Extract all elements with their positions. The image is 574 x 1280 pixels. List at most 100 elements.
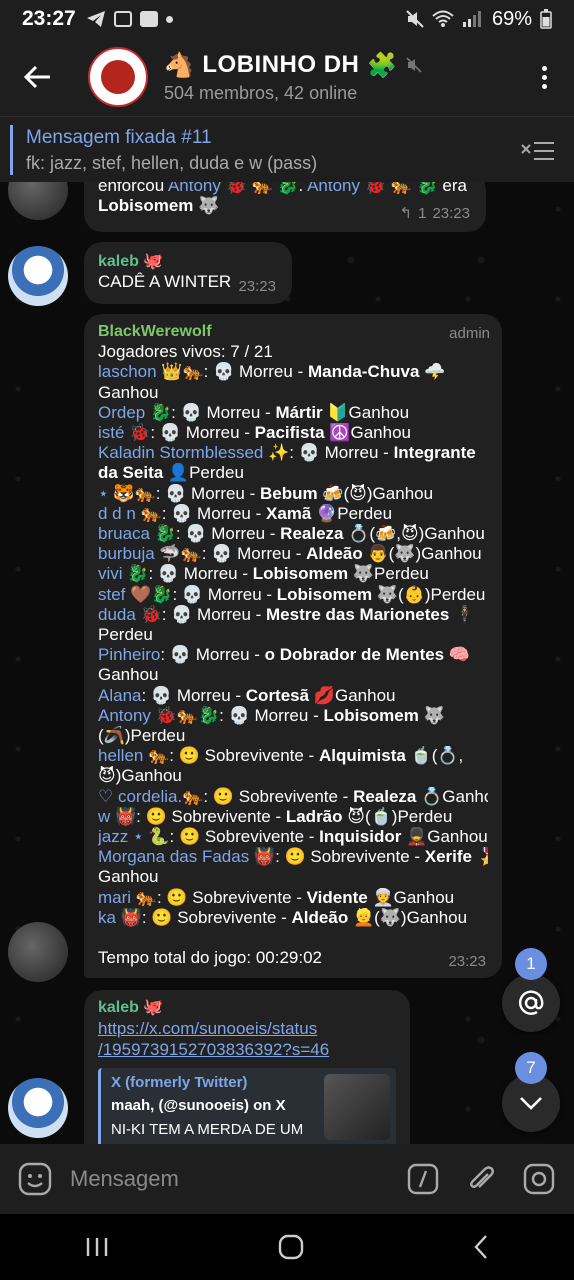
avatar[interactable] — [8, 922, 68, 982]
status-time: 23:27 — [22, 7, 76, 30]
attach-button[interactable] — [464, 1162, 498, 1196]
message-time: 23:23 — [432, 204, 470, 222]
group-avatar[interactable] — [88, 47, 148, 107]
camera-button[interactable] — [522, 1162, 556, 1196]
result-outcome: 👱(🐺)Ganhou — [348, 907, 468, 927]
role-name: Vidente — [306, 887, 368, 907]
status-bar: 23:27 69% — [0, 0, 574, 38]
result-status: : 🙂 Sobrevivente - — [169, 827, 320, 847]
user-mention[interactable]: Antony — [168, 182, 221, 195]
player-mention[interactable]: burbuja 🦈🐅 — [98, 544, 202, 563]
player-mention[interactable]: jazz ⋆ 🐍 — [98, 827, 170, 846]
result-line: Perdeu — [98, 625, 488, 645]
group-info[interactable]: 🐴 LOBINHO DH 🧩 504 membros, 42 online — [164, 51, 422, 104]
role-name: Lobisomem — [276, 584, 373, 604]
player-mention[interactable]: isté 🐞 — [98, 423, 150, 442]
role-name: Ladrão — [285, 806, 343, 826]
reply-icon[interactable]: ↰ — [400, 204, 413, 224]
player-mention[interactable]: bruaca 🐉 — [98, 524, 176, 543]
sender-name[interactable]: kaleb 🐙 — [98, 998, 396, 1018]
user-mention[interactable]: Antony — [307, 182, 360, 195]
player-mention[interactable]: stef 🤎🐉 — [98, 585, 172, 604]
android-nav-bar — [0, 1214, 574, 1280]
result-line: mari 🐅: 🙂 Sobrevivente - Vidente 👳Ganhou — [98, 888, 488, 908]
back-button[interactable] — [0, 38, 76, 116]
reply-count: 1 — [418, 204, 427, 222]
mentions-button[interactable] — [502, 974, 560, 1032]
result-status: : 💀 Morreu - — [141, 685, 246, 705]
slash-command-icon — [407, 1163, 439, 1195]
result-outcome: 🔮Perdeu — [311, 503, 393, 523]
result-status: : 🙂 Sobrevivente - — [141, 907, 292, 927]
result-outcome: 🐺 — [418, 705, 445, 725]
more-menu-button[interactable] — [514, 65, 574, 89]
result-line: ⋆ 🐯🐅: 💀 Morreu - Bebum 🍻(😈)Ganhou — [98, 484, 488, 504]
home-icon[interactable] — [278, 1234, 304, 1260]
player-mention[interactable]: d d n 🐅 — [98, 504, 162, 523]
result-line: Pinheiro: 💀 Morreu - o Dobrador de Mente… — [98, 645, 488, 665]
player-mention[interactable]: duda 🐞 — [98, 605, 162, 624]
emoji-icon[interactable] — [18, 1162, 52, 1196]
message-bubble[interactable]: enforcou Antony 🐞 🐅 🐉. Antony 🐞 🐅 🐉 era … — [84, 182, 486, 232]
message-link[interactable]: https://x.com/sunooeis/status — [98, 1018, 396, 1039]
result-status: : 💀 Morreu - — [155, 483, 260, 503]
result-line: Ganhou — [98, 665, 488, 685]
result-outcome: 💍(🍻,😈)Ganhou — [343, 524, 485, 544]
result-list: laschon 👑🐅: 💀 Morreu - Manda-Chuva 🌩️ Gan… — [98, 362, 488, 928]
link-preview[interactable]: X (formerly Twitter) maah, (@sunooeis) o… — [98, 1068, 396, 1144]
player-mention[interactable]: laschon 👑🐅 — [98, 362, 204, 381]
back-nav-icon[interactable] — [473, 1234, 489, 1260]
result-line: duda 🐞: 💀 Morreu - Mestre das Marionetes… — [98, 605, 488, 625]
player-mention[interactable]: w 👹 — [98, 807, 136, 826]
message-bubble[interactable]: kaleb 🐙 https://x.com/sunooeis/status /1… — [84, 990, 410, 1144]
result-line: 😈)Ganhou — [98, 766, 488, 786]
result-status: Ganhou — [98, 665, 159, 685]
player-mention[interactable]: Alana — [98, 686, 141, 705]
result-outcome: 😈(🍵)Perdeu — [342, 806, 453, 826]
player-mention[interactable]: Morgana das Fadas 👹 — [98, 847, 275, 866]
chat-area[interactable]: enforcou Antony 🐞 🐅 🐉. Antony 🐞 🐅 🐉 era … — [0, 182, 574, 1144]
player-mention[interactable]: vivi 🐉 — [98, 564, 148, 583]
sender-name[interactable]: kaleb 🐙 — [98, 252, 278, 272]
player-mention[interactable]: ka 👹 — [98, 908, 142, 927]
message-input[interactable]: Mensagem — [70, 1166, 382, 1192]
pinned-message[interactable]: Mensagem fixada #11 fk: jazz, stef, hell… — [0, 116, 574, 182]
player-mention[interactable]: Kaladin Stormblessed ✨ — [98, 443, 289, 462]
muted-icon — [406, 57, 422, 73]
players-alive: Jogadores vivos: 7 / 21 — [98, 342, 273, 362]
player-mention[interactable]: Pinheiro — [98, 645, 160, 664]
result-outcome: 🍻(😈)Ganhou — [317, 483, 434, 503]
player-mention[interactable]: hellen 🐅 — [98, 746, 169, 765]
player-mention[interactable]: ♡ cordelia.🐅 — [98, 787, 203, 806]
recents-icon[interactable] — [85, 1236, 109, 1258]
player-mention[interactable]: ⋆ 🐯🐅 — [98, 484, 156, 503]
result-line: hellen 🐅: 🙂 Sobrevivente - Alquimista 🍵(… — [98, 746, 488, 766]
avatar[interactable] — [8, 182, 68, 220]
result-status: : 🙂 Sobrevivente - — [156, 887, 307, 907]
player-mention[interactable]: mari 🐅 — [98, 888, 157, 907]
admin-badge: admin — [449, 325, 490, 342]
avatar[interactable] — [8, 1078, 68, 1138]
result-line: Ganhou — [98, 867, 488, 887]
paperclip-icon — [470, 1166, 494, 1188]
player-mention[interactable]: Antony 🐞🐅🐉 — [98, 706, 219, 725]
result-line: Ganhou — [98, 383, 488, 403]
result-outcome: 👨(🐺)Ganhou — [362, 544, 482, 564]
message-bubble[interactable]: BlackWerewolf admin Jogadores vivos: 7 /… — [84, 314, 502, 978]
result-line: isté 🐞: 💀 Morreu - Pacifista ☮️Ganhou — [98, 423, 488, 443]
avatar[interactable] — [8, 246, 68, 306]
result-outcome: 🔰Ganhou — [322, 402, 410, 422]
result-status: : 🙂 Sobrevivente - — [203, 786, 354, 806]
sender-name[interactable]: BlackWerewolf — [98, 322, 488, 342]
commands-button[interactable] — [406, 1162, 440, 1196]
chevron-down-icon — [520, 1097, 542, 1110]
horse-icon: 🐴 — [164, 51, 195, 79]
result-status: Ganhou — [98, 867, 159, 887]
result-line: Antony 🐞🐅🐉: 💀 Morreu - Lobisomem 🐺 — [98, 706, 488, 726]
player-mention[interactable]: Ordep 🐉 — [98, 403, 171, 422]
role-name: Bebum — [260, 483, 318, 503]
message-link[interactable]: /1959739152703836392?s=46 — [98, 1039, 396, 1060]
role-name: Realeza — [353, 786, 417, 806]
message-bubble[interactable]: kaleb 🐙 CADÊ A WINTER 23:23 — [84, 242, 292, 304]
unpin-list-icon[interactable] — [520, 139, 556, 163]
